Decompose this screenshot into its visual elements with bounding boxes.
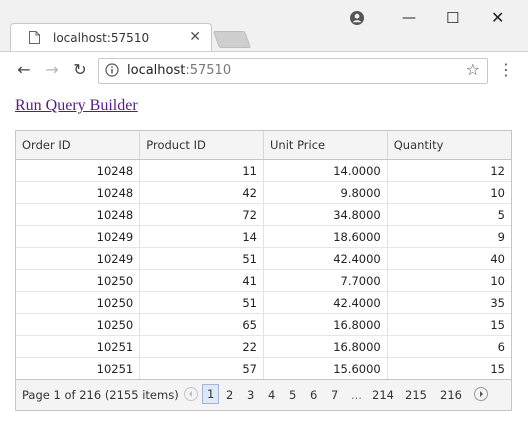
column-header-product-id[interactable]: Product ID <box>139 131 264 160</box>
new-tab-button[interactable] <box>212 31 252 48</box>
cell-quantity: 35 <box>387 291 511 314</box>
url-host: localhost <box>127 63 186 78</box>
cell-unit-price: 7.7000 <box>263 269 388 292</box>
pager-summary: Page 1 of 216 (2155 items) <box>22 388 179 402</box>
cell-order-id: 10250 <box>16 291 141 314</box>
cell-quantity: 40 <box>387 247 511 270</box>
cell-order-id: 10248 <box>16 181 141 204</box>
cell-unit-price: 16.8000 <box>263 335 388 358</box>
table-row[interactable]: 10250 51 42.4000 35 <box>16 291 511 314</box>
cell-order-id: 10250 <box>16 313 141 336</box>
table-row[interactable]: 10251 57 15.6000 15 <box>16 357 511 380</box>
page-button[interactable]: 3 <box>247 388 254 402</box>
cell-unit-price: 34.8000 <box>263 203 388 226</box>
cell-quantity: 5 <box>387 203 511 226</box>
page-button-current[interactable]: 1 <box>202 384 220 404</box>
cell-product-id: 42 <box>139 181 264 204</box>
page-icon <box>29 31 40 44</box>
table-row[interactable]: 10248 42 9.8000 10 <box>16 181 511 204</box>
cell-product-id: 51 <box>139 247 264 270</box>
page-button[interactable]: 2 <box>226 388 233 402</box>
cell-quantity: 10 <box>387 269 511 292</box>
cell-unit-price: 14.0000 <box>263 159 388 182</box>
grid-table: Order ID Product ID Unit Price Quantity … <box>16 131 511 380</box>
info-icon[interactable] <box>105 63 119 77</box>
cell-product-id: 65 <box>139 313 264 336</box>
cell-order-id: 10250 <box>16 269 141 292</box>
menu-icon[interactable]: ⋮ <box>498 60 514 79</box>
reload-icon[interactable]: ↻ <box>70 60 90 80</box>
tab-close-icon[interactable]: ✕ <box>189 29 201 45</box>
browser-chrome: — ☐ ✕ localhost:57510 ✕ ← → ↻ localhost:… <box>0 0 528 89</box>
title-bar: — ☐ ✕ localhost:57510 ✕ <box>0 0 528 52</box>
cell-order-id: 10248 <box>16 203 141 226</box>
next-page-icon[interactable] <box>474 387 488 401</box>
cell-product-id: 51 <box>139 291 264 314</box>
cell-order-id: 10248 <box>16 159 141 182</box>
table-row[interactable]: 10249 14 18.6000 9 <box>16 225 511 248</box>
cell-product-id: 72 <box>139 203 264 226</box>
cell-quantity: 15 <box>387 313 511 336</box>
tab-title: localhost:57510 <box>53 31 150 45</box>
cell-unit-price: 9.8000 <box>263 181 388 204</box>
table-row[interactable]: 10250 41 7.7000 10 <box>16 269 511 292</box>
page-button[interactable]: 214 <box>372 388 394 402</box>
cell-unit-price: 42.4000 <box>263 291 388 314</box>
cell-order-id: 10251 <box>16 335 141 358</box>
page-button[interactable]: 7 <box>331 388 338 402</box>
cell-quantity: 10 <box>387 181 511 204</box>
page-button[interactable]: 5 <box>289 388 296 402</box>
close-window-button[interactable]: ✕ <box>491 8 504 27</box>
page-button[interactable]: 4 <box>268 388 275 402</box>
cell-quantity: 9 <box>387 225 511 248</box>
grid-pager: Page 1 of 216 (2155 items) 1 2 3 4 5 6 7… <box>16 379 511 410</box>
cell-product-id: 41 <box>139 269 264 292</box>
column-header-quantity[interactable]: Quantity <box>387 131 511 160</box>
table-row[interactable]: 10248 72 34.8000 5 <box>16 203 511 226</box>
cell-product-id: 57 <box>139 357 264 380</box>
cell-quantity: 6 <box>387 335 511 358</box>
cell-quantity: 15 <box>387 357 511 380</box>
run-query-builder-link[interactable]: Run Query Builder <box>15 97 138 115</box>
forward-arrow-icon[interactable]: → <box>42 60 62 80</box>
column-header-unit-price[interactable]: Unit Price <box>263 131 388 160</box>
cell-order-id: 10249 <box>16 247 141 270</box>
page-button[interactable]: 215 <box>405 388 427 402</box>
page-ellipsis[interactable]: ... <box>351 388 362 402</box>
cell-quantity: 12 <box>387 159 511 182</box>
cell-unit-price: 16.8000 <box>263 313 388 336</box>
table-row[interactable]: 10250 65 16.8000 15 <box>16 313 511 336</box>
cell-product-id: 14 <box>139 225 264 248</box>
url-text: localhost:57510 <box>127 63 231 78</box>
cell-order-id: 10249 <box>16 225 141 248</box>
cell-unit-price: 18.6000 <box>263 225 388 248</box>
table-row[interactable]: 10249 51 42.4000 40 <box>16 247 511 270</box>
page-button[interactable]: 6 <box>310 388 317 402</box>
cell-product-id: 11 <box>139 159 264 182</box>
bookmark-star-icon[interactable]: ☆ <box>466 60 480 79</box>
table-row[interactable]: 10248 11 14.0000 12 <box>16 159 511 182</box>
back-arrow-icon[interactable]: ← <box>14 60 34 80</box>
prev-page-icon[interactable] <box>184 387 198 401</box>
data-grid: Order ID Product ID Unit Price Quantity … <box>15 130 512 411</box>
column-header-order-id[interactable]: Order ID <box>16 131 141 160</box>
page-button[interactable]: 216 <box>440 388 462 402</box>
page-content: Run Query Builder Order ID Product ID Un… <box>0 89 528 430</box>
minimize-button[interactable]: — <box>402 10 416 26</box>
url-port: :57510 <box>185 63 232 78</box>
table-row[interactable]: 10251 22 16.8000 6 <box>16 335 511 358</box>
toolbar: ← → ↻ localhost:57510 ☆ ⋮ <box>0 51 528 89</box>
profile-icon[interactable] <box>350 11 364 25</box>
cell-order-id: 10251 <box>16 357 141 380</box>
cell-unit-price: 15.6000 <box>263 357 388 380</box>
maximize-button[interactable]: ☐ <box>446 9 459 27</box>
address-bar[interactable]: localhost:57510 ☆ <box>98 58 488 84</box>
browser-tab[interactable]: localhost:57510 ✕ <box>10 23 212 52</box>
header-row: Order ID Product ID Unit Price Quantity <box>16 131 511 160</box>
cell-unit-price: 42.4000 <box>263 247 388 270</box>
cell-product-id: 22 <box>139 335 264 358</box>
